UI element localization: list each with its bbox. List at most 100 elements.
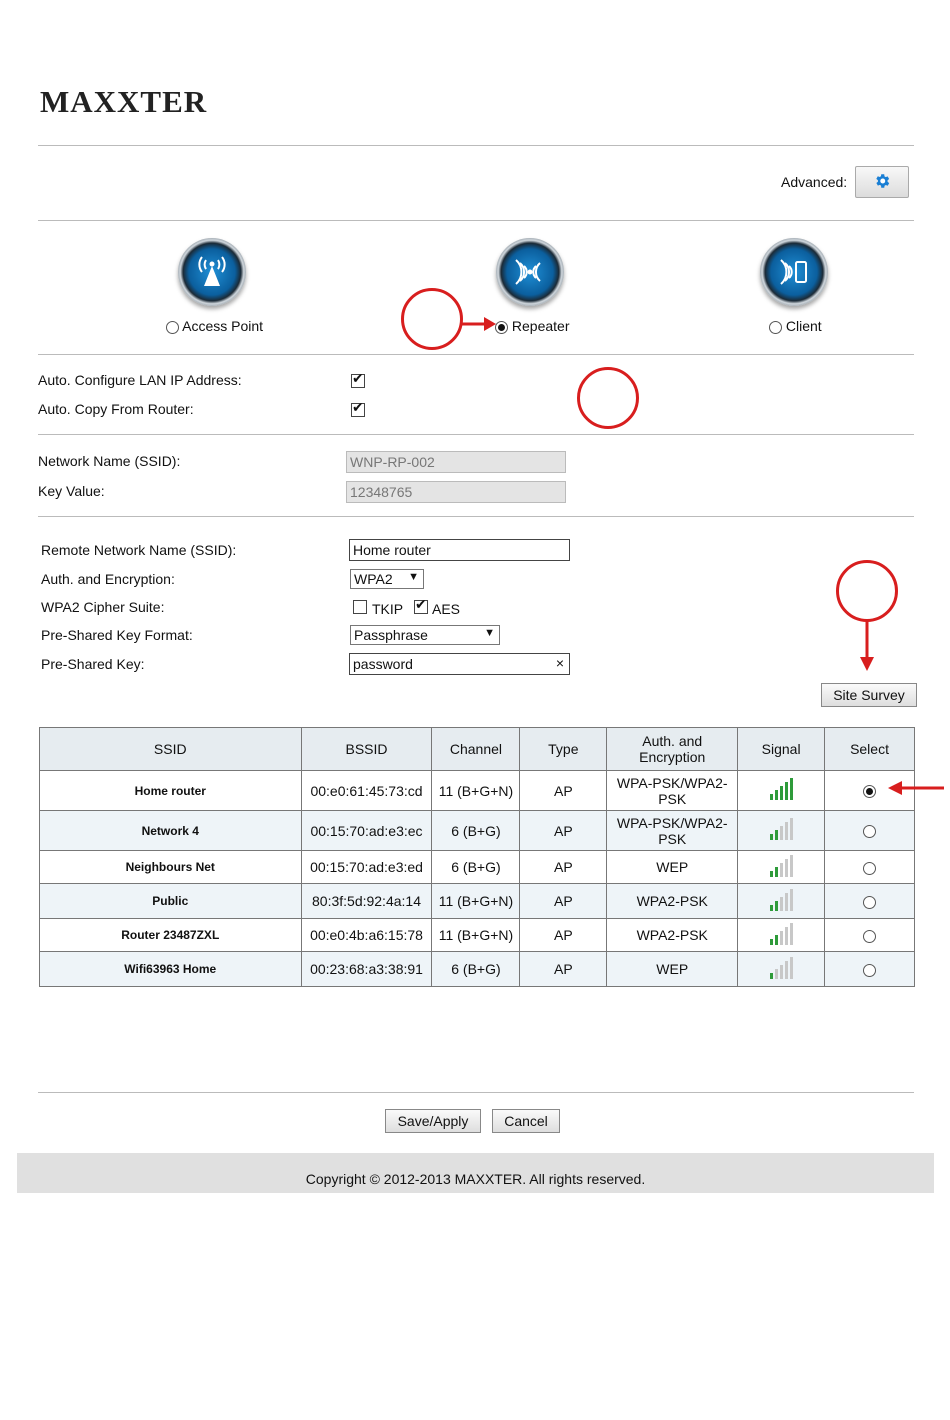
signal-cell [737, 850, 826, 884]
channel-cell: 11 (B+G+N) [431, 918, 521, 952]
divider [38, 220, 914, 221]
auth-cell: WPA-PSK/WPA2-PSK [606, 770, 739, 811]
auto-copy-checkbox[interactable] [351, 400, 365, 417]
signal-bar [774, 866, 778, 877]
select-cell[interactable] [824, 810, 915, 851]
signal-strength-icon [769, 854, 793, 877]
annotation-circle [401, 288, 463, 350]
signal-strength-icon [769, 818, 793, 840]
client-radio[interactable] [769, 320, 782, 334]
tkip-label: TKIP [372, 601, 404, 617]
signal-bar [789, 854, 793, 877]
signal-bar [774, 830, 778, 840]
select-radio[interactable] [863, 785, 877, 799]
signal-cell [737, 810, 826, 851]
type-cell: AP [519, 850, 608, 884]
auth-cell: WEP [606, 951, 739, 987]
psk-format-label: Pre-Shared Key Format: [41, 627, 193, 643]
psk-input[interactable]: password × [349, 653, 570, 675]
remote-ssid-input[interactable]: Home router [349, 539, 570, 561]
channel-cell: 6 (B+G) [431, 810, 521, 851]
divider [38, 1092, 914, 1093]
client-label: Client [785, 318, 822, 334]
signal-bar [789, 818, 793, 840]
signal-bar [789, 778, 793, 800]
remote-ssid-label: Remote Network Name (SSID): [41, 542, 237, 558]
auth-encryption-label: Auth. and Encryption: [41, 571, 175, 587]
psk-format-select[interactable]: Passphrase ▼ [350, 625, 500, 645]
table-header-row: SSID BSSID Channel Type Auth. and Encryp… [39, 727, 915, 771]
divider [38, 434, 914, 435]
signal-bar [779, 930, 783, 945]
copyright-footer: Copyright © 2012-2013 MAXXTER. All right… [17, 1153, 934, 1193]
psk-format-value: Passphrase [354, 627, 428, 643]
signal-bar [769, 834, 773, 840]
bssid-cell: 00:15:70:ad:e3:ec [300, 810, 433, 851]
signal-bar [769, 938, 773, 945]
signal-bar [769, 904, 773, 911]
site-survey-table: SSID BSSID Channel Type Auth. and Encryp… [39, 727, 915, 987]
table-row[interactable]: Router 23487ZXL 00:e0:4b:a6:15:78 11 (B+G+… [39, 918, 915, 952]
select-cell[interactable] [824, 951, 915, 987]
site-survey-button[interactable]: Site Survey [821, 683, 917, 707]
table-row[interactable]: Network 4 00:15:70:ad:e3:ec 6 (B+G) AP WPA-P… [39, 810, 915, 851]
select-cell[interactable] [824, 918, 915, 952]
ssid-cell: Wifi63963 Home [39, 951, 302, 987]
table-row[interactable]: Neighbours Net 00:15:70:ad:e3:ed 6 (B+G) AP… [39, 850, 915, 884]
signal-cell [737, 918, 826, 952]
type-cell: AP [519, 770, 608, 811]
select-radio[interactable] [863, 963, 877, 977]
signal-bar [784, 822, 788, 840]
mode-access-point[interactable]: Access Point [166, 318, 263, 334]
signal-bar [779, 826, 783, 840]
access-point-radio[interactable] [166, 320, 179, 334]
tkip-checkbox[interactable] [353, 600, 367, 614]
auto-lan-ip-label: Auto. Configure LAN IP Address: [38, 372, 242, 388]
select-radio[interactable] [863, 895, 877, 909]
signal-strength-icon [769, 956, 793, 979]
column-header-select: Select [824, 727, 915, 771]
column-header-bssid: BSSID [300, 727, 433, 771]
annotation-arrow [460, 317, 496, 331]
annotation-circle [577, 367, 639, 429]
signal-bar [779, 964, 783, 979]
client-icon[interactable] [760, 238, 828, 306]
signal-bar [784, 782, 788, 800]
key-value-label: Key Value: [38, 483, 105, 499]
signal-bar [784, 960, 788, 979]
select-cell[interactable] [824, 850, 915, 884]
signal-bar [769, 870, 773, 877]
select-radio[interactable] [863, 929, 877, 943]
select-cell[interactable] [824, 883, 915, 919]
annotation-arrow [888, 781, 944, 795]
bssid-cell: 00:e0:4b:a6:15:78 [300, 918, 433, 952]
channel-cell: 6 (B+G) [431, 951, 521, 987]
signal-cell [737, 883, 826, 919]
channel-cell: 11 (B+G+N) [431, 770, 521, 811]
signal-bar [774, 790, 778, 800]
signal-bar [784, 892, 788, 911]
type-cell: AP [519, 918, 608, 952]
save-apply-button[interactable]: Save/Apply [385, 1109, 481, 1133]
auth-encryption-select[interactable]: WPA2 ▼ [350, 569, 424, 589]
auth-cell: WPA2-PSK [606, 883, 739, 919]
table-row[interactable]: Home router 00:e0:61:45:73:cd 11 (B+G+N) AP… [39, 770, 915, 811]
signal-strength-icon [769, 778, 793, 800]
mode-client[interactable]: Client [769, 318, 822, 334]
advanced-button[interactable] [855, 166, 909, 198]
column-header-type: Type [519, 727, 608, 771]
table-row[interactable]: Wifi63963 Home 00:23:68:a3:38:91 6 (B+G) AP… [39, 951, 915, 987]
auto-lan-ip-checkbox[interactable] [351, 371, 365, 388]
maxxter-logo: MAXXTER [40, 84, 208, 119]
access-point-icon[interactable] [178, 238, 246, 306]
mode-repeater[interactable]: Repeater [495, 318, 569, 334]
clear-icon[interactable]: × [556, 655, 564, 671]
cancel-button[interactable]: Cancel [492, 1109, 560, 1133]
table-row[interactable]: Public 80:3f:5d:92:4a:14 11 (B+G+N) AP WPA2-… [39, 883, 915, 919]
signal-strength-icon [769, 888, 793, 911]
aes-checkbox[interactable] [414, 597, 428, 614]
repeater-icon[interactable] [496, 238, 564, 306]
select-radio[interactable] [863, 825, 877, 839]
type-cell: AP [519, 951, 608, 987]
select-radio[interactable] [863, 861, 877, 875]
